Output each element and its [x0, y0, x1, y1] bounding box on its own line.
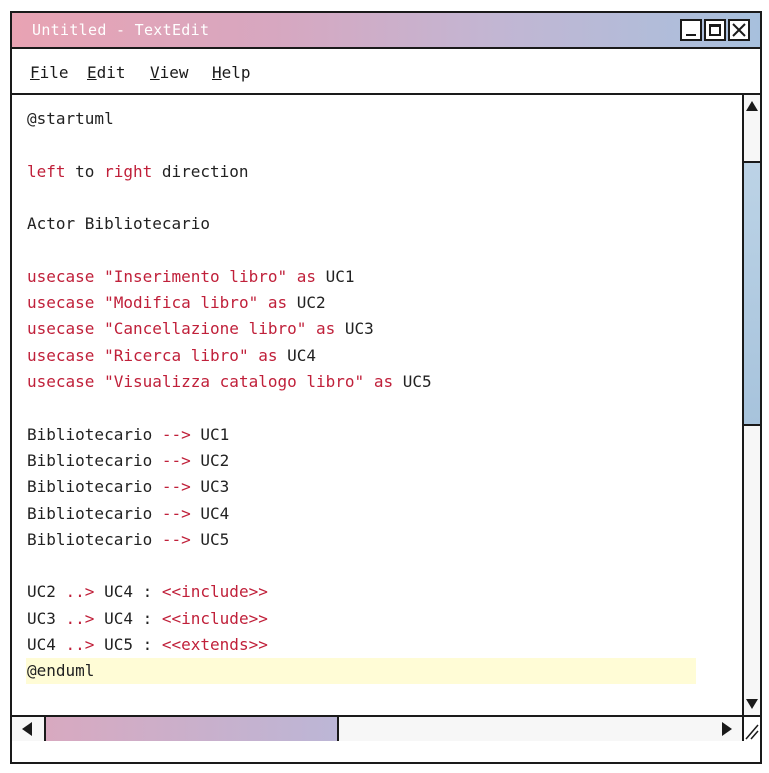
menu-view-label: iew	[159, 63, 189, 82]
resize-grip[interactable]	[742, 715, 760, 741]
menu-file-label: ile	[39, 63, 69, 82]
triangle-left-icon	[22, 722, 32, 736]
code-line: Bibliotecario --> UC3	[27, 477, 230, 497]
vertical-scroll-thumb[interactable]	[744, 161, 760, 426]
horizontal-scroll-thumb[interactable]	[44, 717, 339, 741]
triangle-up-icon	[746, 101, 758, 111]
code-line: usecase "Cancellazione libro" as UC3	[27, 319, 374, 339]
resize-grip-icon	[745, 724, 759, 740]
code-line: UC2 ..> UC4 : <<include>>	[27, 582, 268, 602]
scroll-right-button[interactable]	[716, 718, 738, 740]
menu-file-mnemonic: F	[30, 63, 40, 82]
menu-help-label: elp	[221, 63, 251, 82]
code-line: usecase "Inserimento libro" as UC1	[27, 266, 355, 286]
code-line: usecase "Ricerca libro" as UC4	[27, 345, 317, 365]
triangle-right-icon	[722, 722, 732, 736]
code-line: UC4 ..> UC5 : <<extends>>	[27, 635, 268, 654]
close-button[interactable]	[728, 19, 750, 41]
close-icon	[732, 23, 746, 37]
title-bar[interactable]: Untitled - TextEdit	[12, 13, 760, 49]
scroll-left-button[interactable]	[16, 718, 38, 740]
code-line: Actor Bibliotecario	[27, 214, 211, 234]
code-line: left to right direction	[27, 161, 249, 181]
menu-view-mnemonic: V	[150, 63, 160, 82]
textedit-window: Untitled - TextEdit File Edit View Help …	[10, 11, 762, 764]
menu-edit-mnemonic: E	[87, 63, 97, 82]
code-line: Bibliotecario --> UC1	[27, 424, 230, 444]
code-line: usecase "Modifica libro" as UC2	[27, 293, 326, 313]
menu-help[interactable]: Help	[212, 63, 251, 82]
menu-edit-label: dit	[96, 63, 126, 82]
code-line: @enduml	[27, 661, 95, 681]
menu-help-mnemonic: H	[212, 63, 222, 82]
menu-file[interactable]: File	[30, 63, 69, 82]
code-line: usecase "Visualizza catalogo libro" as U…	[27, 372, 432, 391]
triangle-down-icon	[746, 699, 758, 709]
current-line-highlight	[26, 658, 696, 685]
code-line: Bibliotecario --> UC5	[27, 529, 230, 549]
vertical-scrollbar[interactable]	[742, 95, 760, 715]
menu-edit[interactable]: Edit	[87, 63, 126, 82]
window-title: Untitled - TextEdit	[32, 21, 210, 39]
minimize-button[interactable]	[680, 19, 702, 41]
text-editor[interactable]: @startuml left to right direction Actor Bi…	[12, 95, 728, 715]
code-line: Bibliotecario --> UC4	[27, 503, 230, 523]
code-line: UC3 ..> UC4 : <<include>>	[27, 608, 268, 628]
menu-view[interactable]: View	[150, 63, 189, 82]
scroll-up-button[interactable]	[744, 95, 760, 117]
code-line: @startuml	[27, 109, 114, 128]
code-line: Bibliotecario --> UC2	[27, 450, 230, 470]
horizontal-scrollbar[interactable]	[12, 715, 742, 741]
maximize-button[interactable]	[704, 19, 726, 41]
scroll-down-button[interactable]	[744, 693, 760, 715]
menu-bar: File Edit View Help	[12, 49, 760, 95]
